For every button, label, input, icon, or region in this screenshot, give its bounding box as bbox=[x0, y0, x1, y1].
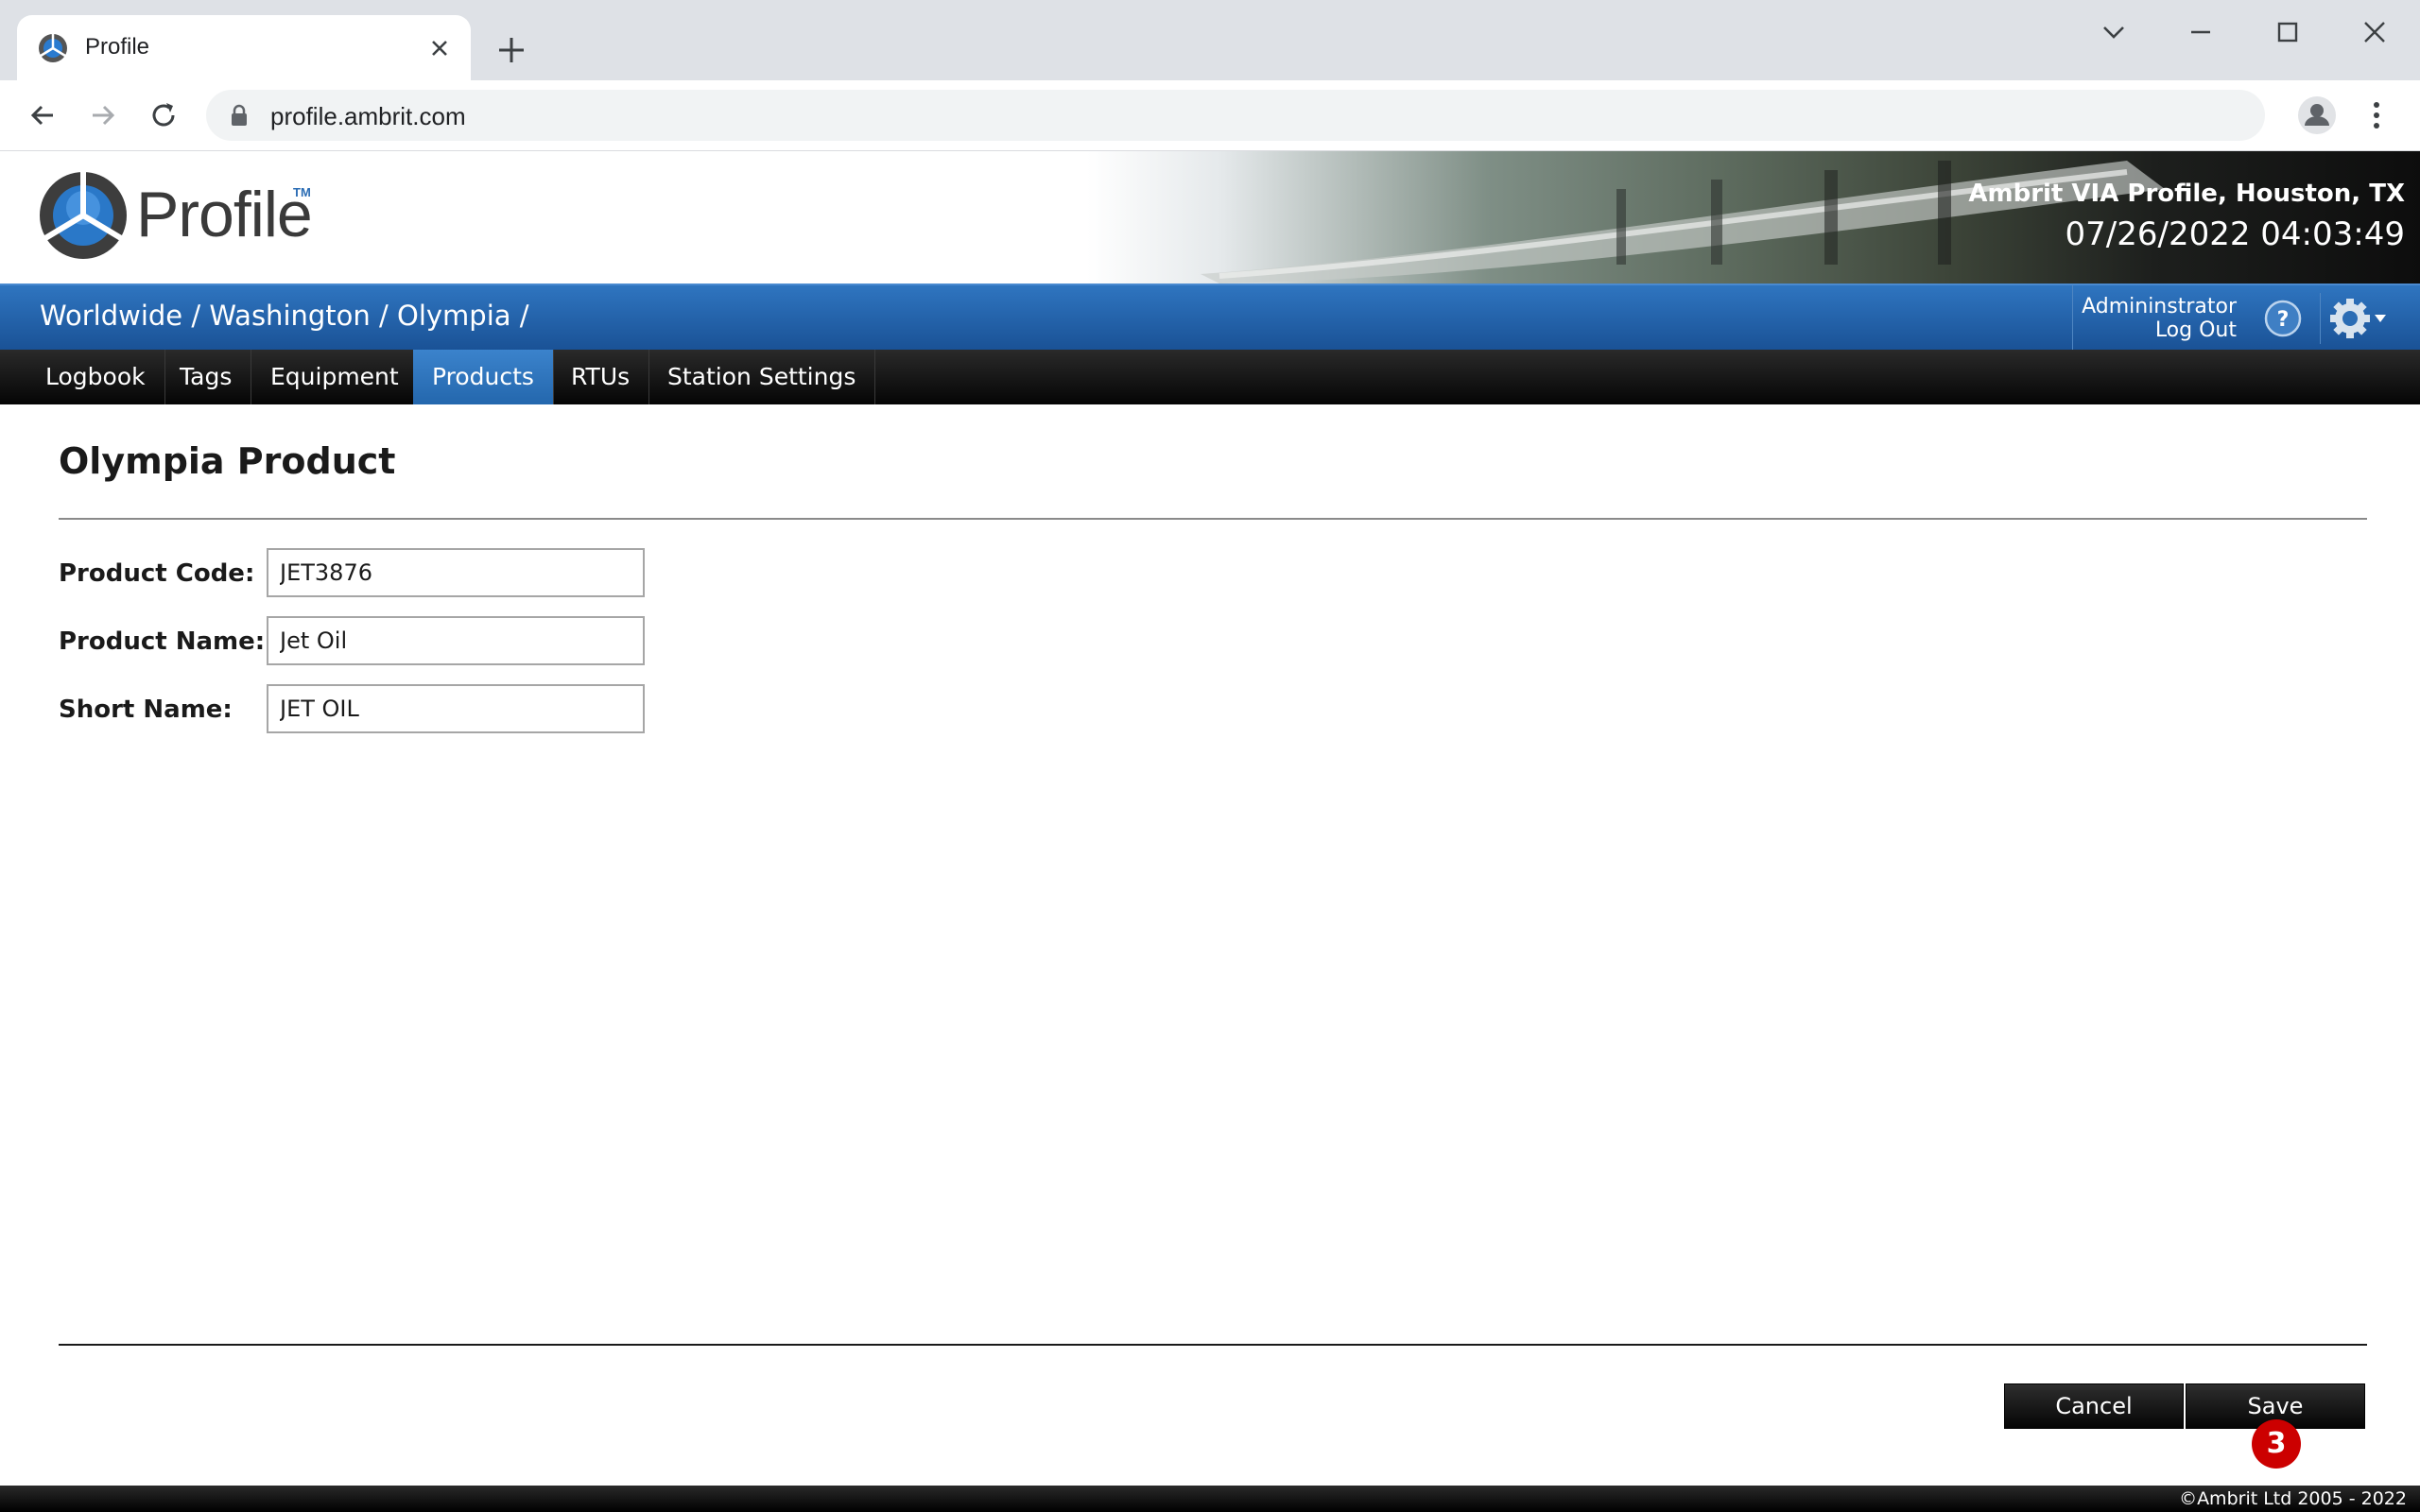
product-code-input[interactable] bbox=[267, 548, 645, 597]
breadcrumb-bar: Worldwide / Washington / Olympia / Admin… bbox=[0, 284, 2420, 352]
breadcrumb-separator: / bbox=[379, 300, 389, 332]
maximize-icon[interactable] bbox=[2269, 13, 2307, 51]
account-avatar-icon[interactable] bbox=[2295, 94, 2339, 137]
step-badge: 3 bbox=[2252, 1419, 2301, 1469]
back-arrow-icon[interactable] bbox=[23, 95, 62, 135]
nav-tab-tags[interactable]: Tags bbox=[161, 350, 252, 404]
svg-text:?: ? bbox=[2277, 308, 2290, 332]
breadcrumb-separator: / bbox=[191, 300, 201, 332]
product-name-label: Product Name: bbox=[59, 627, 266, 656]
page-footer: ©Ambrit Ltd 2005 - 2022 bbox=[0, 1486, 2420, 1512]
help-icon[interactable]: ? bbox=[2263, 299, 2303, 338]
user-name: Admininstrator bbox=[2082, 295, 2237, 318]
logo-trademark: TM bbox=[293, 185, 311, 199]
profile-favicon-icon bbox=[39, 34, 67, 62]
breadcrumb: Worldwide / Washington / Olympia / bbox=[40, 300, 529, 332]
browser-tab[interactable]: Profile bbox=[17, 15, 471, 80]
breadcrumb-separator: / bbox=[519, 300, 529, 332]
breadcrumb-worldwide[interactable]: Worldwide bbox=[40, 300, 182, 332]
breadcrumb-olympia[interactable]: Olympia bbox=[397, 300, 511, 332]
user-block: Admininstrator Log Out bbox=[2072, 285, 2240, 352]
nav-tab-station-settings[interactable]: Station Settings bbox=[648, 350, 876, 404]
gear-icon[interactable] bbox=[2329, 297, 2397, 340]
address-bar[interactable]: profile.ambrit.com bbox=[206, 90, 2265, 141]
short-name-input[interactable] bbox=[267, 684, 645, 733]
browser-toolbar: profile.ambrit.com bbox=[0, 80, 2420, 151]
page-title: Olympia Product bbox=[59, 440, 396, 482]
lock-icon bbox=[232, 104, 247, 126]
cancel-button[interactable]: Cancel bbox=[2004, 1383, 2184, 1429]
close-tab-icon[interactable] bbox=[424, 32, 456, 64]
forward-arrow-icon[interactable] bbox=[83, 95, 123, 135]
actions-divider bbox=[59, 1344, 2367, 1346]
product-name-input[interactable] bbox=[267, 616, 645, 665]
app-header: Profile TM Ambrit VIA Profile, Houston, … bbox=[0, 151, 2420, 284]
chevron-down-icon bbox=[2375, 315, 2386, 322]
tab-search-chevron-icon[interactable] bbox=[2095, 13, 2133, 51]
browser-tabstrip: Profile bbox=[0, 0, 2420, 80]
close-window-icon[interactable] bbox=[2356, 13, 2394, 51]
url-text: profile.ambrit.com bbox=[270, 102, 466, 130]
new-tab-icon[interactable] bbox=[493, 32, 529, 68]
copyright-text: ©Ambrit Ltd 2005 - 2022 bbox=[2179, 1488, 2407, 1509]
title-divider bbox=[59, 518, 2367, 520]
site-name: Ambrit VIA Profile, Houston, TX bbox=[1968, 180, 2405, 208]
minimize-icon[interactable] bbox=[2182, 13, 2220, 51]
reload-icon[interactable] bbox=[144, 95, 183, 135]
nav-tab-products[interactable]: Products bbox=[413, 350, 554, 404]
header-divider bbox=[2320, 293, 2321, 344]
product-code-label: Product Code: bbox=[59, 559, 255, 588]
current-datetime: 07/26/2022 04:03:49 bbox=[2065, 215, 2405, 253]
short-name-label: Short Name: bbox=[59, 696, 233, 724]
nav-tab-logbook[interactable]: Logbook bbox=[26, 350, 165, 404]
nav-tab-rtus[interactable]: RTUs bbox=[552, 350, 650, 404]
browser-menu-icon[interactable] bbox=[2361, 95, 2392, 135]
main-nav: Logbook Tags Equipment Products RTUs Sta… bbox=[0, 350, 2420, 404]
logout-link[interactable]: Log Out bbox=[2073, 318, 2237, 342]
logo-wordmark: Profile bbox=[136, 179, 313, 250]
profile-logo-icon bbox=[40, 172, 127, 259]
browser-tab-title: Profile bbox=[85, 34, 150, 60]
breadcrumb-washington[interactable]: Washington bbox=[209, 300, 370, 332]
nav-tab-equipment[interactable]: Equipment bbox=[251, 350, 419, 404]
